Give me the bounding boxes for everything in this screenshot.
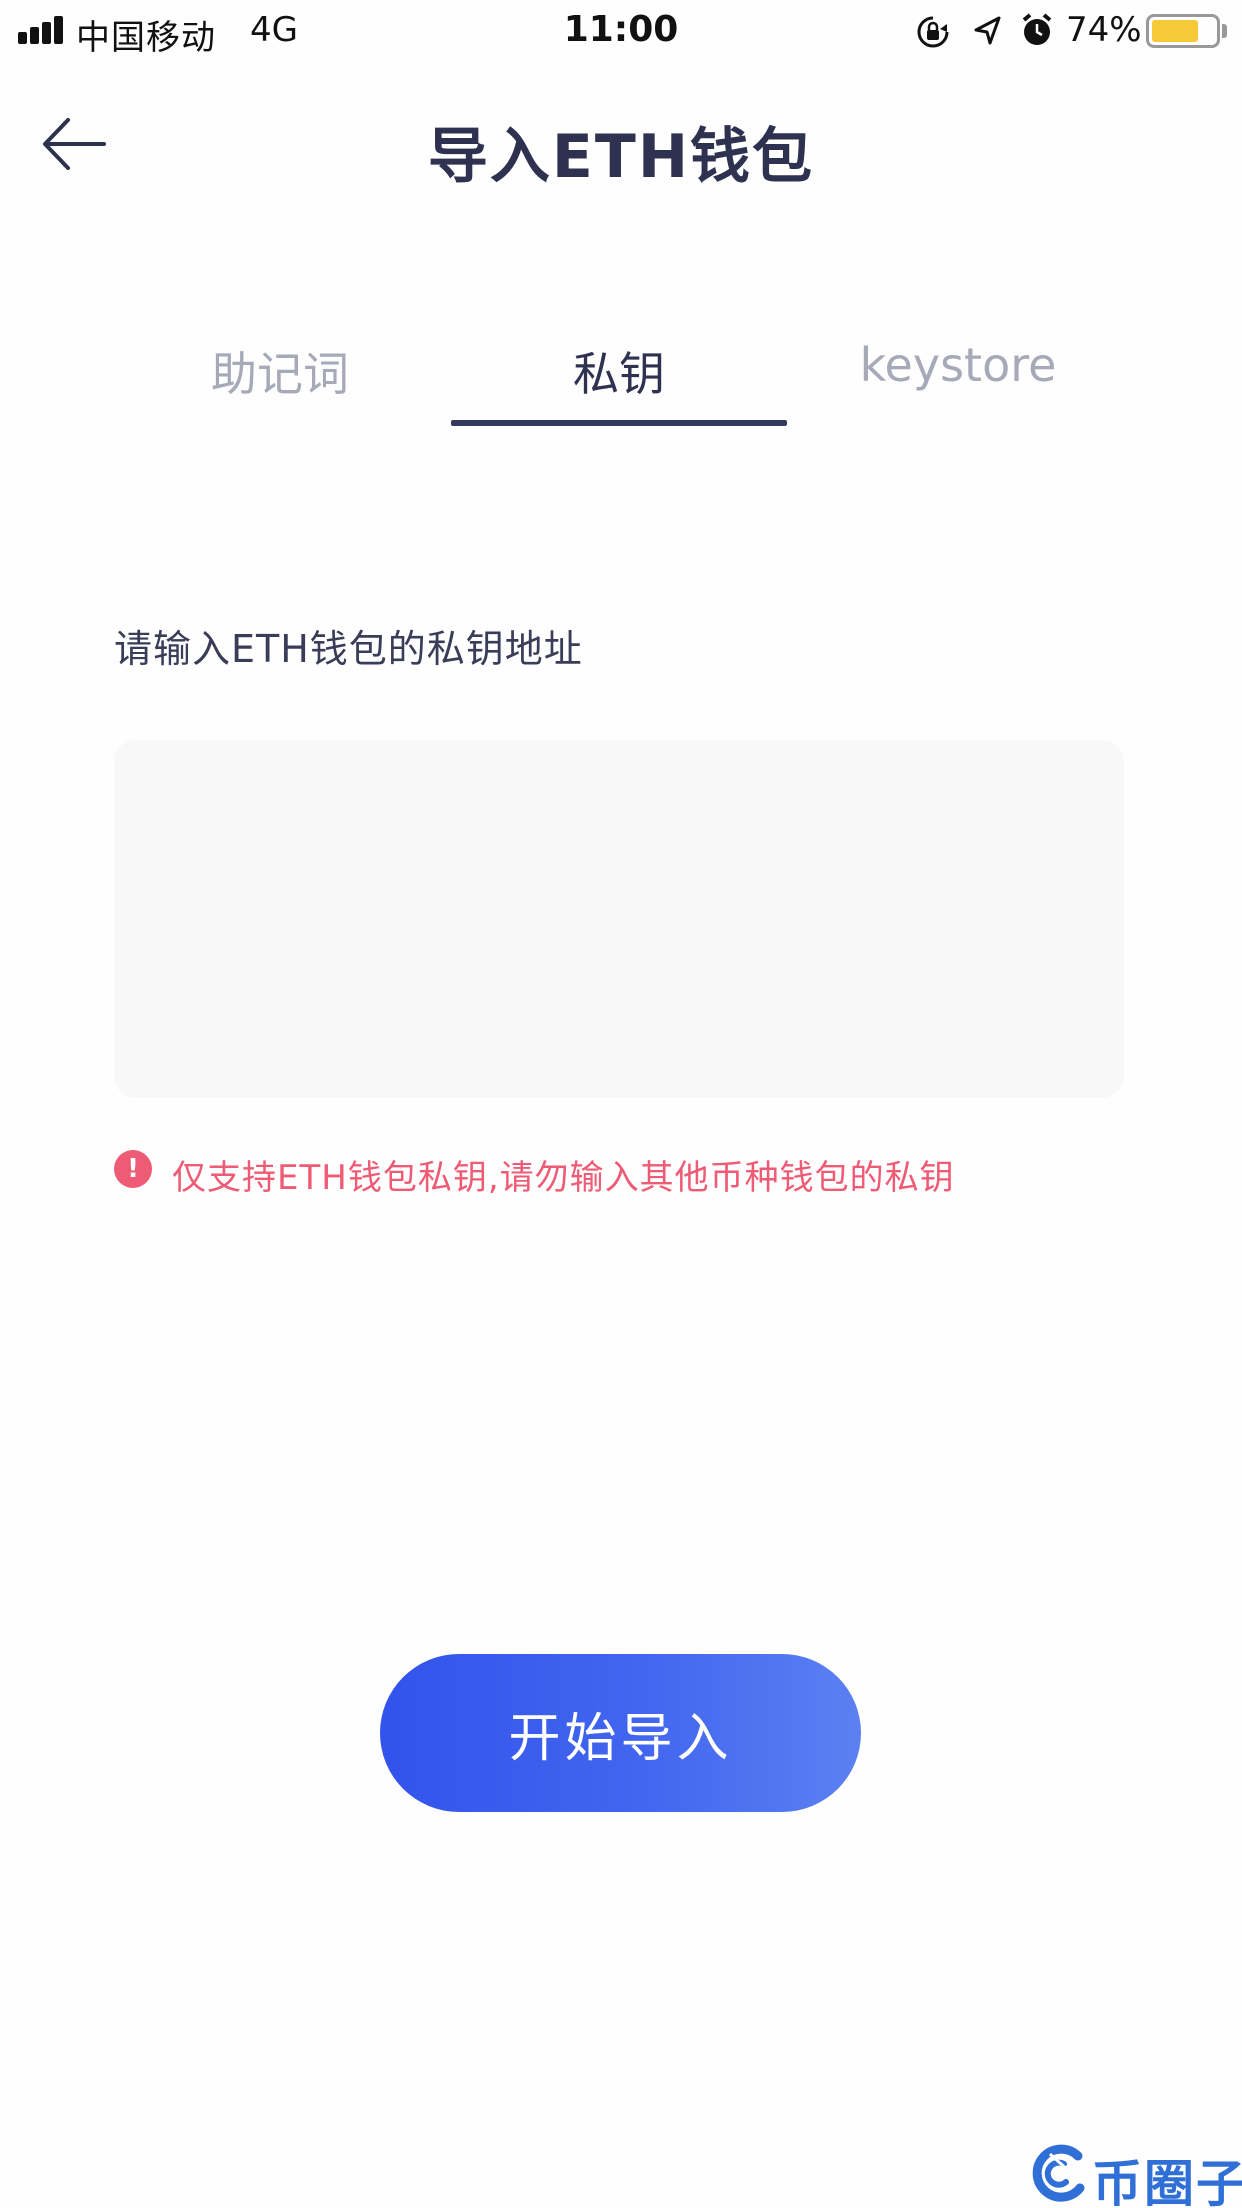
watermark-logo-icon [1032, 2144, 1085, 2202]
app-screen: 中国移动 4G 11:00 74% 导入ETH钱包 助记词 私钥 keystor… [0, 0, 1242, 2208]
active-tab-indicator [451, 420, 787, 426]
battery-cap [1222, 24, 1227, 38]
status-bar: 中国移动 4G 11:00 74% [0, 0, 1242, 62]
watermark: 币圈子 [1030, 2138, 1242, 2208]
warning-text: 仅支持ETH钱包私钥,请勿输入其他币种钱包的私钥 [172, 1158, 955, 1198]
battery-percentage: 74% [1066, 10, 1142, 50]
private-key-input[interactable] [114, 740, 1124, 1098]
start-import-button[interactable]: 开始导入 [380, 1654, 861, 1812]
status-time: 11:00 [563, 9, 679, 50]
tab-private-key[interactable]: 私钥 [451, 338, 787, 404]
watermark-text: 币圈子 [1092, 2155, 1242, 2208]
battery-level-fill [1152, 20, 1198, 42]
warning-icon: ! [114, 1150, 152, 1188]
tab-mnemonic[interactable]: 助记词 [112, 338, 448, 404]
page-title: 导入ETH钱包 [427, 122, 815, 192]
location-arrow-icon [974, 16, 1001, 45]
rotation-lock-icon [917, 16, 949, 48]
battery-icon [1146, 14, 1220, 48]
alarm-icon [1022, 13, 1052, 45]
private-key-label: 请输入ETH钱包的私钥地址 [114, 627, 583, 671]
tab-keystore[interactable]: keystore [790, 338, 1126, 392]
